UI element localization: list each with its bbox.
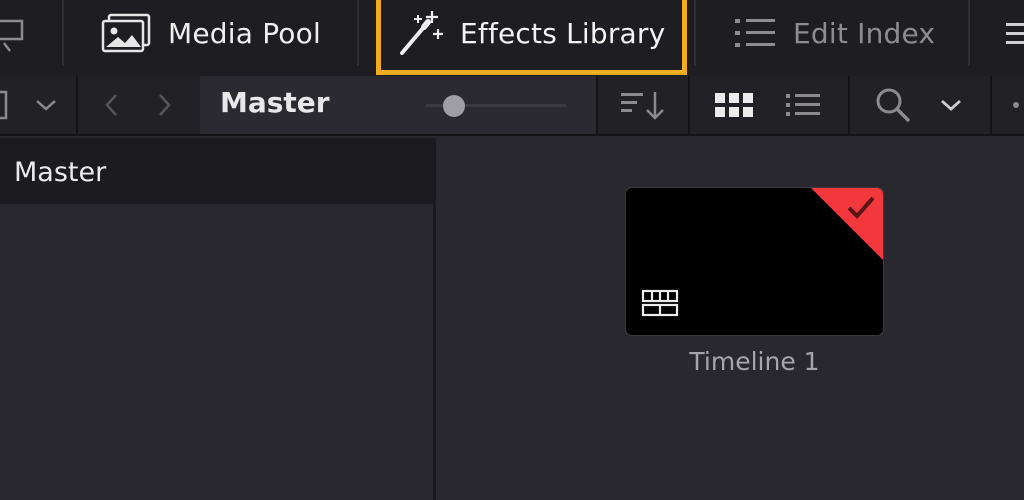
edit-index-tab[interactable]: Edit Index	[733, 0, 935, 66]
timeline-clip-thumbnail[interactable]	[625, 187, 884, 336]
bin-toggle[interactable]	[0, 76, 76, 134]
toolbar-divider	[62, 0, 64, 66]
grid-view-button[interactable]	[708, 76, 760, 134]
zoom-slider-handle[interactable]	[443, 95, 465, 117]
toolbar-divider	[968, 0, 970, 66]
menu-icon	[1006, 23, 1024, 44]
timeline-clip-name[interactable]: Timeline 1	[625, 347, 884, 376]
media-pool-icon	[101, 13, 151, 53]
chevron-down-icon	[36, 100, 56, 111]
clip-view-icon	[0, 19, 24, 52]
edit-index-icon	[735, 19, 775, 47]
timeline-icon	[641, 289, 679, 317]
sort-icon	[621, 92, 664, 120]
media-pool-tab[interactable]: Media Pool	[100, 0, 321, 66]
toolbar-divider	[76, 76, 78, 134]
menu-icon-button[interactable]	[1004, 0, 1024, 66]
more-dots-icon	[1013, 102, 1019, 108]
chevron-down-icon	[941, 99, 961, 111]
toolbar-divider	[688, 76, 690, 134]
bin-list-panel: Master	[0, 138, 435, 500]
bin-item-label: Master	[14, 157, 107, 188]
search-options-dropdown[interactable]	[936, 76, 966, 134]
toolbar-divider	[990, 76, 992, 134]
panel-toggle-icon	[0, 90, 8, 120]
toolbar-divider	[357, 0, 359, 66]
top-toolbar: Media Pool Effects Library Edit Index	[0, 0, 1024, 76]
media-pool-label: Media Pool	[168, 16, 321, 50]
toolbar-divider	[694, 0, 696, 66]
breadcrumb-title: Master	[220, 86, 330, 119]
toolbar-divider	[596, 76, 598, 134]
bin-item-master[interactable]: Master	[0, 138, 435, 204]
list-view-button[interactable]	[780, 76, 826, 134]
back-button[interactable]	[96, 76, 126, 134]
more-options-button[interactable]	[1008, 76, 1024, 134]
forward-arrow-icon	[159, 94, 171, 116]
forward-button[interactable]	[150, 76, 180, 134]
checked-flag-icon	[811, 188, 883, 260]
search-icon	[876, 88, 910, 122]
list-view-icon	[786, 94, 820, 116]
sort-button[interactable]	[600, 76, 686, 134]
search-button[interactable]	[872, 76, 916, 134]
edit-index-label: Edit Index	[793, 16, 936, 50]
active-tab-highlight	[376, 0, 687, 75]
back-arrow-icon	[105, 94, 117, 116]
clip-view-icon-button[interactable]	[0, 0, 26, 66]
toolbar-divider	[848, 76, 850, 134]
grid-view-icon	[715, 93, 753, 117]
